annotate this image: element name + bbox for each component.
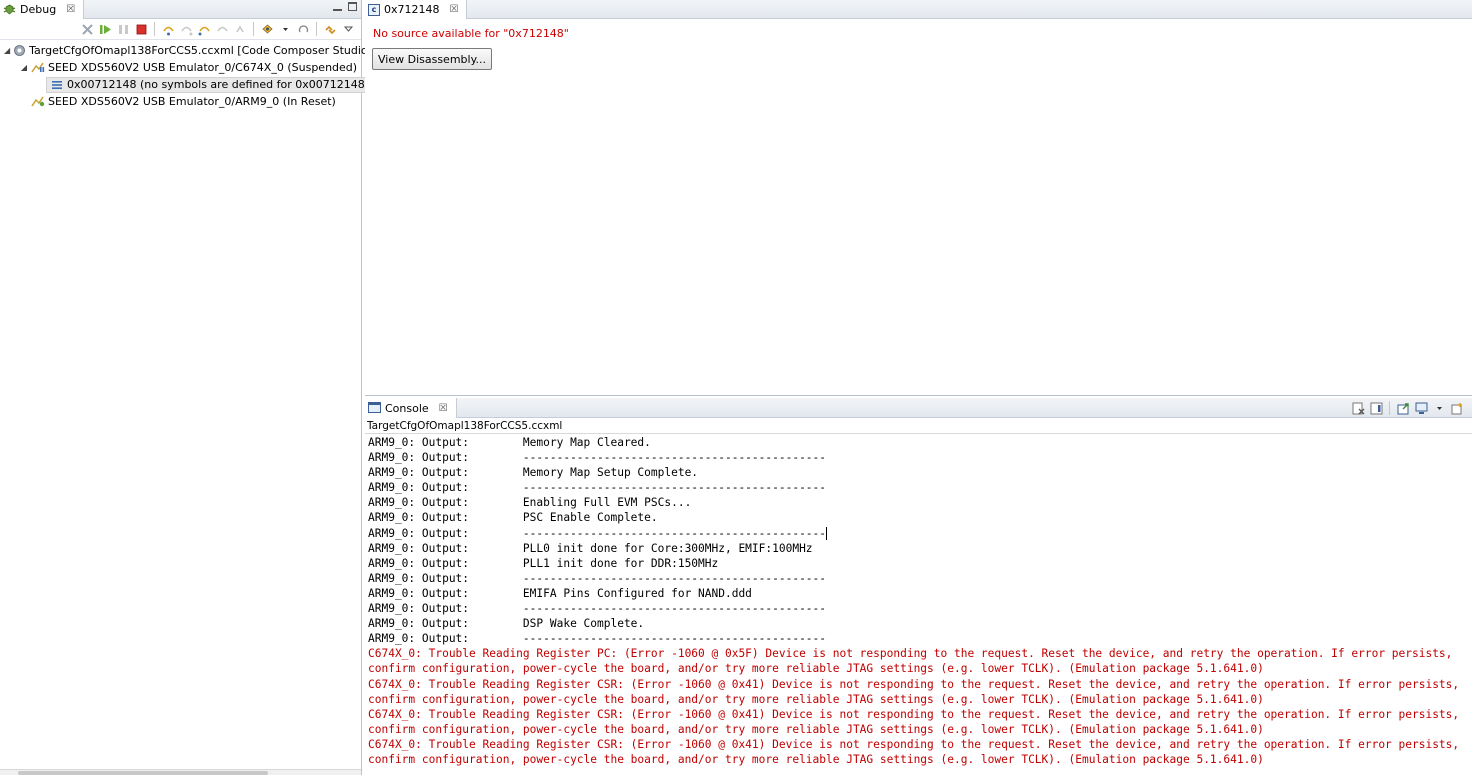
toolbar-separator xyxy=(316,22,317,36)
console-output-line: ARM9_0: Output: Enabling Full EVM PSCs..… xyxy=(368,496,692,510)
console-error-line: confirm configuration, power-cycle the b… xyxy=(368,662,1264,676)
minimize-icon[interactable] xyxy=(333,2,342,11)
suspended-thread-icon xyxy=(31,61,45,75)
view-disassembly-button[interactable]: View Disassembly... xyxy=(372,48,493,70)
tab-console-label: Console xyxy=(385,401,429,415)
text-caret xyxy=(826,527,828,541)
chevron-down-icon[interactable] xyxy=(278,22,292,36)
console-output-line: ARM9_0: Output: EMIFA Pins Configured fo… xyxy=(368,586,752,600)
console-error-line: C674X_0: Trouble Reading Register CSR: (… xyxy=(368,707,1460,721)
console-output-line: ARM9_0: Output: PLL0 init done for Core:… xyxy=(368,541,813,555)
console-error-line: C674X_0: Trouble Reading Register CSR: (… xyxy=(368,737,1460,751)
drop-to-frame-icon[interactable] xyxy=(215,22,229,36)
tree-item-stack-frame-label: 0x00712148 (no symbols are defined for 0… xyxy=(67,78,370,91)
debug-tabbar: Debug ☒ xyxy=(0,0,361,19)
debug-view: Debug ☒ ◢ TargetCfgOfOmapl138ForCCS5.ccx… xyxy=(0,0,387,775)
console-error-line: confirm configuration, power-cycle the b… xyxy=(368,692,1264,706)
resume-icon[interactable] xyxy=(98,22,112,36)
connect-icon[interactable] xyxy=(260,22,274,36)
console-output-line: ARM9_0: Output: ------------------------… xyxy=(368,632,827,646)
scrollbar-thumb[interactable] xyxy=(18,771,268,775)
console-view: Console ☒ TargetCfgOfOmapl138ForCCS5.ccx… xyxy=(365,398,1472,775)
display-console-icon[interactable] xyxy=(1414,401,1428,415)
close-icon[interactable]: ☒ xyxy=(450,4,459,15)
tree-item-root-label: TargetCfgOfOmapl138ForCCS5.ccxml [Code C… xyxy=(29,44,388,57)
tree-item-core-arm9[interactable]: SEED XDS560V2 USB Emulator_0/ARM9_0 (In … xyxy=(0,93,361,110)
console-output-line: ARM9_0: Output: ------------------------… xyxy=(368,526,828,541)
tab-console[interactable]: Console ☒ xyxy=(365,398,457,418)
view-menu-icon[interactable] xyxy=(341,22,355,36)
console-output-line: ARM9_0: Output: ------------------------… xyxy=(368,481,827,495)
console-output[interactable]: ARM9_0: Output: Memory Map Cleared. ARM9_… xyxy=(365,434,1472,767)
pin-console-icon[interactable] xyxy=(1396,401,1410,415)
chevron-down-icon[interactable] xyxy=(1432,401,1446,415)
view-controls xyxy=(333,2,357,11)
debug-icon xyxy=(3,3,16,16)
editor-tabbar: c 0x712148 ☒ xyxy=(365,0,1472,19)
clear-console-icon[interactable] xyxy=(1351,401,1365,415)
console-tabbar: Console ☒ xyxy=(365,398,1472,418)
debug-tree: ◢ TargetCfgOfOmapl138ForCCS5.ccxml [Code… xyxy=(0,40,387,110)
refresh-icon[interactable] xyxy=(296,22,310,36)
tree-item-root[interactable]: ◢ TargetCfgOfOmapl138ForCCS5.ccxml [Code… xyxy=(0,42,387,59)
instruction-step-icon[interactable] xyxy=(233,22,247,36)
c-file-icon: c xyxy=(368,3,380,16)
tab-debug[interactable]: Debug ☒ xyxy=(0,0,85,19)
console-error-line: C674X_0: Trouble Reading Register PC: (E… xyxy=(368,647,1453,661)
step-return-icon[interactable] xyxy=(197,22,211,36)
console-output-line: ARM9_0: Output: ------------------------… xyxy=(368,571,827,585)
console-output-line: ARM9_0: Output: Memory Map Setup Complet… xyxy=(368,466,699,480)
expanded-arrow-icon[interactable]: ◢ xyxy=(4,46,10,55)
step-over-icon[interactable] xyxy=(179,22,193,36)
console-output-line: ARM9_0: Output: PLL1 init done for DDR:1… xyxy=(368,556,719,570)
step-into-icon[interactable] xyxy=(161,22,175,36)
thread-reset-icon xyxy=(31,95,45,109)
debug-toolbar xyxy=(0,19,361,40)
console-error-line: confirm configuration, power-cycle the b… xyxy=(368,752,1264,766)
tab-editor-address[interactable]: c 0x712148 ☒ xyxy=(365,0,468,19)
terminate-icon[interactable] xyxy=(134,22,148,36)
remove-terminated-icon[interactable] xyxy=(80,22,94,36)
tree-item-core-c674x[interactable]: ◢ SEED XDS560V2 USB Emulator_0/C674X_0 (… xyxy=(0,59,361,76)
console-output-line: ARM9_0: Output: ------------------------… xyxy=(368,451,827,465)
maximize-icon[interactable] xyxy=(348,2,357,11)
launch-config-icon xyxy=(13,44,26,58)
console-error-line: C674X_0: Trouble Reading Register CSR: (… xyxy=(368,677,1460,691)
horizontal-scrollbar[interactable] xyxy=(0,769,361,775)
link-icon[interactable] xyxy=(323,22,337,36)
console-output-line: ARM9_0: Output: PSC Enable Complete. xyxy=(368,511,658,525)
no-source-message: No source available for "0x712148" xyxy=(373,27,569,40)
scroll-lock-icon[interactable] xyxy=(1369,401,1383,415)
console-title: TargetCfgOfOmapl138ForCCS5.ccxml xyxy=(365,418,1472,434)
tree-item-stack-frame[interactable]: 0x00712148 (no symbols are defined for 0… xyxy=(0,76,374,93)
console-output-line: ARM9_0: Output: Memory Map Cleared. xyxy=(368,436,651,449)
console-output-line: ARM9_0: Output: DSP Wake Complete. xyxy=(368,617,645,631)
expanded-arrow-icon[interactable]: ◢ xyxy=(20,63,28,72)
tab-editor-label: 0x712148 xyxy=(384,3,440,16)
toolbar-separator xyxy=(253,22,254,36)
close-icon[interactable]: ☒ xyxy=(439,403,448,414)
console-error-line: confirm configuration, power-cycle the b… xyxy=(368,722,1264,736)
tab-debug-label: Debug xyxy=(20,3,57,16)
tree-item-core-arm9-label: SEED XDS560V2 USB Emulator_0/ARM9_0 (In … xyxy=(48,95,336,108)
stack-frame-icon xyxy=(50,78,64,92)
suspend-icon[interactable] xyxy=(116,22,130,36)
tree-item-core-c674x-label: SEED XDS560V2 USB Emulator_0/C674X_0 (Su… xyxy=(48,61,358,74)
toolbar-separator xyxy=(154,22,155,36)
editor-area: c 0x712148 ☒ No source available for "0x… xyxy=(365,0,1472,396)
console-output-line: ARM9_0: Output: ------------------------… xyxy=(368,602,827,616)
selected-row-highlight: 0x00712148 (no symbols are defined for 0… xyxy=(46,76,374,93)
console-toolbar xyxy=(1351,401,1464,415)
console-icon xyxy=(368,402,381,414)
new-console-icon[interactable] xyxy=(1450,401,1464,415)
toolbar-separator xyxy=(1389,401,1390,415)
close-icon[interactable]: ☒ xyxy=(66,4,75,15)
